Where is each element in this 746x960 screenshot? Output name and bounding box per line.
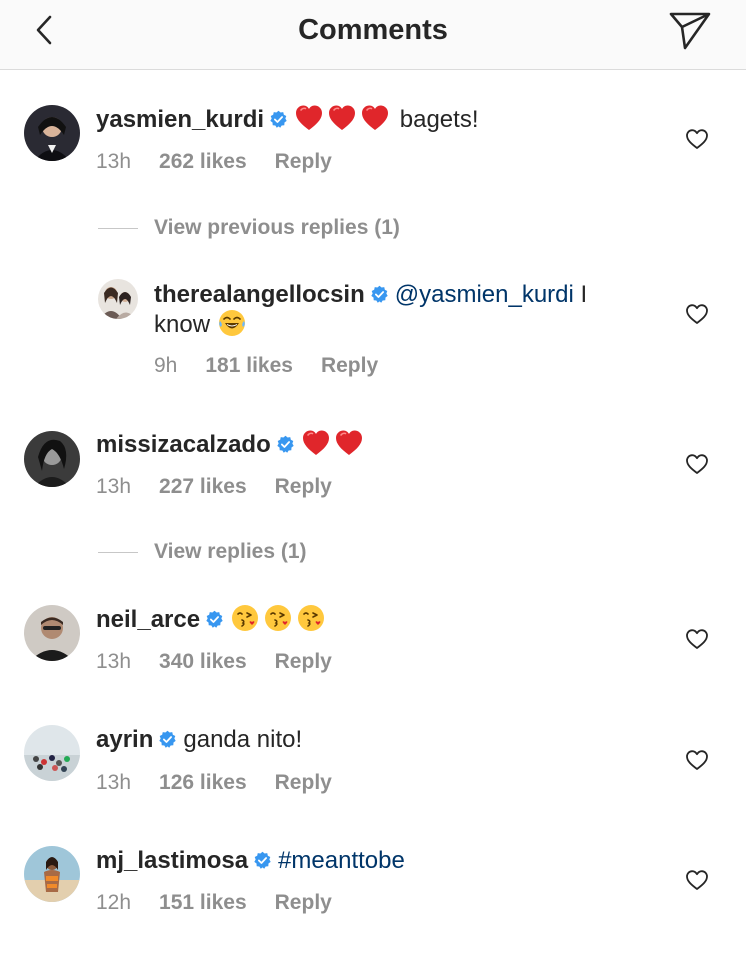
timestamp: 13h — [96, 771, 132, 794]
likes-count[interactable]: 227 likes — [159, 475, 247, 498]
view-replies-label: View previous replies (1) — [154, 216, 400, 239]
likes-count[interactable]: 151 likes — [159, 891, 247, 914]
comment-text: neil_arce — [96, 603, 329, 636]
reply-button[interactable]: Reply — [275, 650, 332, 673]
avatar[interactable] — [24, 725, 80, 781]
face-blowing-kiss-emoji — [296, 603, 326, 633]
hashtag-link[interactable]: #meanttobe — [278, 847, 405, 874]
username[interactable]: mj_lastimosa — [96, 847, 248, 874]
comment-body: ganda nito! — [183, 726, 303, 753]
like-heart-icon[interactable] — [685, 749, 709, 771]
red-heart-emoji — [327, 103, 357, 133]
like-heart-icon[interactable] — [685, 128, 709, 150]
timestamp: 13h — [96, 650, 132, 673]
username[interactable]: yasmien_kurdi — [96, 106, 264, 133]
reply-button[interactable]: Reply — [275, 475, 332, 498]
face-blowing-kiss-emoji — [230, 603, 260, 633]
comment-text: therealangellocsin @yasmien_kurdi I — [154, 279, 587, 311]
comment-meta: 13h 340 likes Reply — [96, 650, 360, 674]
username[interactable]: ayrin — [96, 726, 153, 753]
likes-count[interactable]: 181 likes — [205, 354, 293, 377]
comment-meta: 13h 262 likes Reply — [96, 150, 360, 174]
view-replies-link[interactable]: View previous replies (1) — [98, 216, 400, 240]
verified-badge-icon — [205, 610, 224, 629]
avatar[interactable] — [24, 846, 80, 902]
comment-text: mj_lastimosa #meanttobe — [96, 845, 405, 877]
comment-body: bagets! — [399, 106, 479, 133]
verified-badge-icon — [158, 730, 177, 749]
divider-line — [98, 227, 138, 229]
likes-count[interactable]: 126 likes — [159, 771, 247, 794]
comment-meta: 13h 227 likes Reply — [96, 475, 360, 499]
verified-badge-icon — [370, 285, 389, 304]
top-bar: Comments — [0, 0, 746, 70]
reply-button[interactable]: Reply — [275, 771, 332, 794]
timestamp: 13h — [96, 475, 132, 498]
comment-text: ayrin ganda nito! — [96, 724, 302, 756]
comment-meta: 13h 126 likes Reply — [96, 771, 360, 795]
avatar[interactable] — [24, 431, 80, 487]
comment-meta: 9h 181 likes Reply — [154, 354, 406, 378]
view-replies-link[interactable]: View replies (1) — [98, 540, 307, 564]
likes-count[interactable]: 340 likes — [159, 650, 247, 673]
comment-body: know — [154, 311, 211, 338]
comment-text-continued: know — [154, 308, 250, 341]
avatar[interactable] — [24, 605, 80, 661]
like-heart-icon[interactable] — [685, 303, 709, 325]
like-heart-icon[interactable] — [685, 869, 709, 891]
timestamp: 9h — [154, 354, 178, 377]
comment-text: missizacalzado — [96, 428, 367, 461]
like-heart-icon[interactable] — [685, 453, 709, 475]
like-heart-icon[interactable] — [685, 628, 709, 650]
username[interactable]: neil_arce — [96, 606, 200, 633]
red-heart-emoji — [301, 428, 331, 458]
comment-text: yasmien_kurdi bagets! — [96, 103, 479, 136]
timestamp: 13h — [96, 150, 132, 173]
username[interactable]: missizacalzado — [96, 431, 271, 458]
comment-meta: 12h 151 likes Reply — [96, 891, 360, 915]
page-title: Comments — [298, 14, 448, 46]
red-heart-emoji — [334, 428, 364, 458]
reply-button[interactable]: Reply — [275, 891, 332, 914]
verified-badge-icon — [276, 435, 295, 454]
red-heart-emoji — [294, 103, 324, 133]
verified-badge-icon — [269, 110, 288, 129]
reply-button[interactable]: Reply — [321, 354, 378, 377]
tears-of-joy-emoji — [217, 308, 247, 338]
face-blowing-kiss-emoji — [263, 603, 293, 633]
comment-body: I — [573, 281, 588, 308]
username[interactable]: therealangellocsin — [154, 281, 365, 308]
verified-badge-icon — [253, 851, 272, 870]
avatar[interactable] — [98, 279, 138, 319]
likes-count[interactable]: 262 likes — [159, 150, 247, 173]
reply-button[interactable]: Reply — [275, 150, 332, 173]
timestamp: 12h — [96, 891, 132, 914]
red-heart-emoji — [360, 103, 390, 133]
paper-plane-icon[interactable] — [668, 10, 712, 50]
mention-link[interactable]: @yasmien_kurdi — [395, 281, 574, 308]
avatar[interactable] — [24, 105, 80, 161]
view-replies-label: View replies (1) — [154, 540, 307, 563]
divider-line — [98, 551, 138, 553]
